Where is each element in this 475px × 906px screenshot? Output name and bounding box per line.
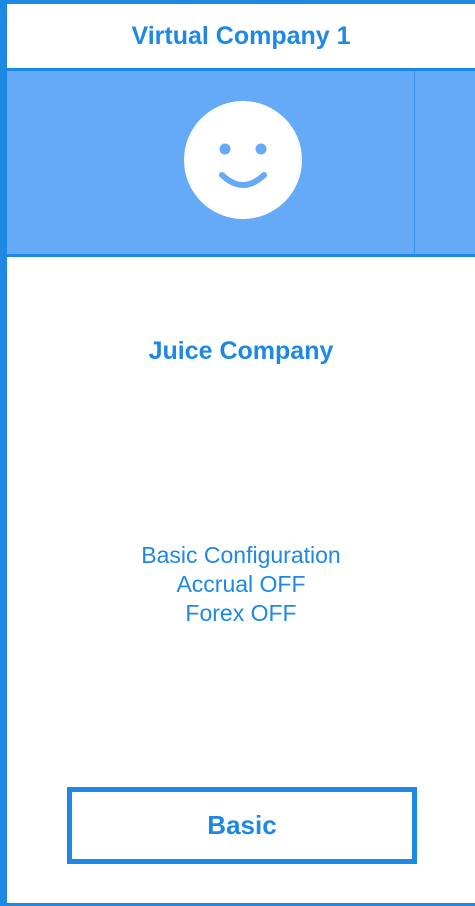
banner-divider — [414, 71, 415, 254]
company-name: Juice Company — [148, 337, 334, 365]
basic-button-label: Basic — [207, 810, 277, 840]
card-header: Virtual Company 1 — [7, 4, 475, 71]
avatar-banner — [7, 71, 475, 257]
configuration-summary: Basic Configuration Accrual OFF Forex OF… — [7, 541, 475, 628]
card-title: Virtual Company 1 — [131, 21, 351, 50]
config-line-forex: Forex OFF — [185, 600, 297, 626]
smiley-face-icon — [184, 101, 302, 219]
basic-button[interactable]: Basic — [67, 787, 417, 864]
config-line-accrual: Accrual OFF — [176, 571, 306, 597]
company-card: Virtual Company 1 Juice Company Basic Co… — [0, 0, 475, 906]
config-line-basic: Basic Configuration — [141, 542, 341, 568]
